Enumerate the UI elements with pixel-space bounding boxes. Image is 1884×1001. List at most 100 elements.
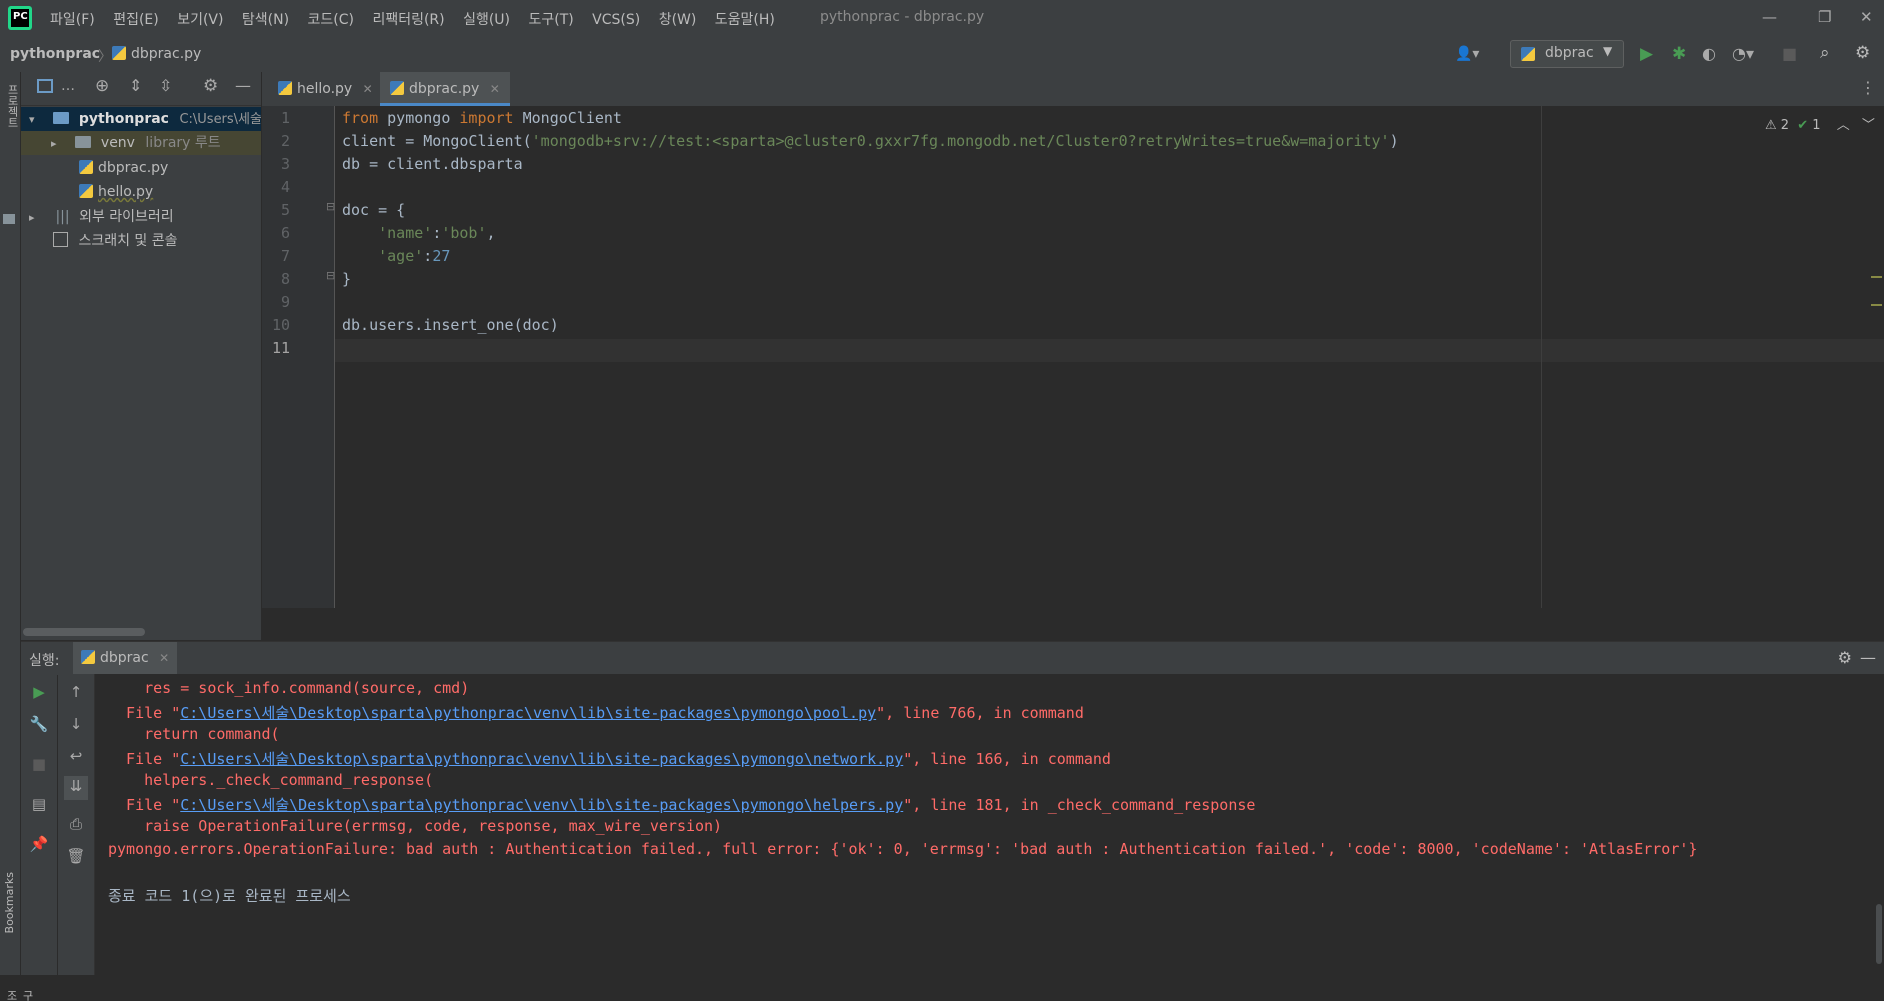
code-line: client = MongoClient('mongodb+srv://test… (342, 132, 1399, 150)
line-number: 10 (271, 316, 290, 334)
tree-item-hello[interactable]: hello.py (21, 180, 261, 204)
code-line: db.users.insert_one(doc) (342, 316, 559, 334)
menu-edit[interactable]: 편집(E) (113, 9, 159, 29)
menu-tools[interactable]: 도구(T) (528, 9, 573, 29)
console-file-link[interactable]: C:\Users\세술\Desktop\sparta\pythonprac\ve… (180, 704, 876, 722)
console-text: ", line 766, in command (876, 704, 1084, 722)
run-tab-dbprac[interactable]: dbprac ✕ (73, 642, 178, 675)
code-editor[interactable]: from pymongo import MongoClient client =… (335, 106, 1884, 608)
locate-icon[interactable]: ⊕ (95, 76, 109, 96)
folder-icon (75, 136, 92, 148)
fold-icon[interactable]: ⊟ (326, 200, 335, 213)
chevron-up-icon[interactable]: ︿ (1837, 118, 1850, 133)
tree-item-venv[interactable]: ▸ venv library 루트 (21, 131, 261, 155)
console-scrollbar[interactable] (1876, 904, 1882, 964)
collapse-all-icon[interactable]: ⇳ (159, 76, 172, 95)
warning-count: 2 (1780, 118, 1790, 133)
project-scrollbar[interactable] (23, 628, 145, 636)
debug-icon[interactable]: ✱ (1672, 44, 1686, 64)
restore-button[interactable]: ❐ (1818, 8, 1831, 26)
stop-icon[interactable]: ■ (1782, 44, 1797, 63)
line-number: 2 (280, 132, 290, 150)
close-tab-icon[interactable]: ✕ (159, 651, 169, 665)
tree-item-dbprac[interactable]: dbprac.py (21, 156, 261, 180)
user-icon[interactable]: 👤▾ (1455, 46, 1479, 62)
close-button[interactable]: ✕ (1860, 8, 1873, 26)
inspection-widget[interactable]: ⚠ 2 ✔ 1 ︿ ﹀ (1765, 114, 1875, 133)
check-icon: ✔ (1797, 118, 1809, 133)
menu-view[interactable]: 보기(V) (177, 9, 223, 29)
stop-icon[interactable]: ■ (29, 754, 49, 774)
chevron-down-icon: ▾ (29, 113, 35, 126)
soft-wrap-icon[interactable]: ↩ (66, 746, 86, 766)
arrow-down-icon[interactable]: ↓ (66, 714, 86, 734)
console-text: ", line 181, in _check_command_response (903, 796, 1256, 814)
close-tab-icon[interactable]: ✕ (490, 82, 500, 96)
chevron-right-icon: ▸ (29, 211, 35, 224)
tree-item-scratches[interactable]: 스크래치 및 콘솔 (21, 229, 261, 253)
minimize-button[interactable]: — (1762, 8, 1777, 26)
arrow-up-icon[interactable]: ↑ (66, 682, 86, 702)
tree-scratches-label: 스크래치 및 콘솔 (78, 233, 178, 249)
pin-icon[interactable]: 📌 (29, 834, 49, 854)
project-tool-tab[interactable]: 프로젝트 (2, 84, 19, 128)
console-file-link[interactable]: C:\Users\세술\Desktop\sparta\pythonprac\ve… (180, 750, 903, 768)
close-tab-icon[interactable]: ✕ (363, 82, 373, 96)
title-bar: PC 파일(F) 편집(E) 보기(V) 탐색(N) 코드(C) 리팩터링(R)… (0, 0, 1884, 38)
run-config-select[interactable]: dbprac ▼ (1510, 40, 1624, 68)
menu-window[interactable]: 창(W) (659, 9, 697, 29)
gear-icon[interactable]: ⚙ (203, 76, 218, 96)
line-number: 1 (280, 109, 290, 127)
scratch-icon (53, 232, 68, 247)
menu-file[interactable]: 파일(F) (50, 9, 95, 29)
bookmarks-tool-tab[interactable]: Bookmarks (3, 872, 16, 933)
rerun-icon[interactable]: ▶ (29, 682, 49, 702)
tree-file-label: hello.py (98, 184, 154, 200)
run-toolbar-secondary: ↑ ↓ ↩ ⇊ ⎙ 🗑 (58, 674, 95, 975)
fold-icon[interactable]: ⊟ (326, 269, 335, 282)
line-number: 5 (280, 201, 290, 219)
tab-hello[interactable]: hello.py ✕ (268, 72, 383, 106)
project-view-icon[interactable] (37, 79, 53, 93)
coverage-icon[interactable]: ◐ (1702, 44, 1716, 63)
scroll-to-end-icon[interactable]: ⇊ (64, 776, 88, 800)
tree-external-libs-label: 외부 라이브러리 (79, 209, 174, 225)
hide-icon[interactable]: — (235, 76, 251, 95)
structure-tool-tab[interactable]: 구조 (3, 990, 35, 1001)
settings-gear-icon[interactable]: ⚙ (1855, 43, 1870, 63)
profile-icon[interactable]: ◔▾ (1732, 44, 1754, 63)
menu-run[interactable]: 실행(U) (463, 9, 510, 29)
trash-icon[interactable]: 🗑 (66, 846, 86, 866)
tree-file-label: dbprac.py (98, 160, 169, 176)
menu-vcs[interactable]: VCS(S) (592, 12, 640, 28)
wrench-icon[interactable]: 🔧 (29, 714, 49, 734)
menu-code[interactable]: 코드(C) (308, 9, 354, 29)
run-icon[interactable]: ▶ (1640, 44, 1653, 64)
line-number: 7 (280, 247, 290, 265)
menu-refactor[interactable]: 리팩터링(R) (372, 9, 444, 29)
search-icon[interactable]: ⌕ (1820, 43, 1830, 63)
more-actions-icon[interactable]: ⋮ (1860, 78, 1876, 97)
tree-root-path: C:\Users\세술 (179, 112, 261, 127)
breadcrumb-file[interactable]: dbprac.py (112, 46, 201, 62)
gear-icon[interactable]: ⚙ (1838, 648, 1852, 667)
run-console[interactable]: res = sock_info.command(source, cmd) Fil… (95, 674, 1884, 975)
hide-icon[interactable]: — (1860, 648, 1876, 667)
expand-all-icon[interactable]: ⇕ (129, 76, 142, 95)
line-number: 4 (280, 178, 290, 196)
tree-root-pythonprac[interactable]: ▾ pythonprac C:\Users\세술 (21, 107, 261, 131)
breadcrumb-project[interactable]: pythonprac (10, 46, 100, 62)
layout-icon[interactable]: ▤ (29, 794, 49, 814)
chevron-down-icon[interactable]: ﹀ (1862, 118, 1875, 133)
ellipsis-icon[interactable]: … (61, 78, 75, 94)
console-line: File "C:\Users\세술\Desktop\sparta\pythonp… (108, 702, 1084, 723)
print-icon[interactable]: ⎙ (66, 814, 86, 834)
tab-dbprac[interactable]: dbprac.py ✕ (380, 72, 510, 106)
console-file-link[interactable]: C:\Users\세술\Desktop\sparta\pythonprac\ve… (180, 796, 903, 814)
tree-item-external-libs[interactable]: ▸ ||| 외부 라이브러리 (21, 205, 261, 229)
menu-help[interactable]: 도움말(H) (715, 9, 775, 29)
menu-navigate[interactable]: 탐색(N) (242, 9, 289, 29)
current-line-highlight (335, 339, 1884, 362)
line-number: 11 (271, 339, 290, 357)
run-panel-header: 실행: dbprac ✕ ⚙ — (21, 641, 1884, 675)
